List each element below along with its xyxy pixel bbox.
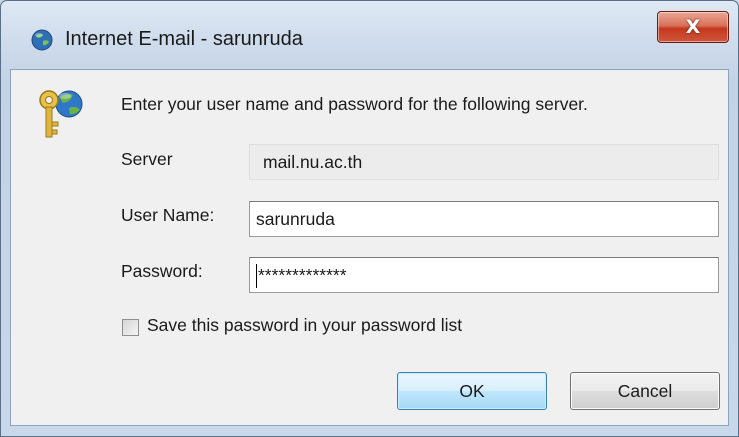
login-dialog-window: Internet E-mail - sarunruda X Enter your…	[0, 0, 739, 437]
cancel-button[interactable]: Cancel	[570, 372, 720, 410]
server-field: mail.nu.ac.th	[249, 144, 719, 180]
save-password-label[interactable]: Save this password in your password list	[147, 315, 462, 336]
username-label: User Name:	[121, 205, 215, 225]
password-label: Password:	[121, 261, 203, 281]
password-mask: *************	[258, 265, 347, 285]
close-icon: X	[685, 16, 701, 38]
text-caret	[256, 264, 257, 289]
server-label: Server	[121, 149, 173, 169]
title-bar[interactable]: Internet E-mail - sarunruda X	[1, 1, 738, 69]
prompt-text: Enter your user name and password for th…	[121, 94, 588, 114]
dialog-body: Enter your user name and password for th…	[10, 69, 729, 426]
window-title: Internet E-mail - sarunruda	[65, 28, 303, 50]
key-globe-icon	[39, 90, 83, 138]
save-password-checkbox[interactable]	[122, 319, 139, 336]
close-button[interactable]: X	[657, 11, 729, 43]
username-input[interactable]: sarunruda	[249, 201, 719, 237]
password-input[interactable]: *************	[249, 257, 719, 293]
outlook-globe-icon	[31, 29, 53, 51]
ok-button[interactable]: OK	[397, 372, 547, 410]
